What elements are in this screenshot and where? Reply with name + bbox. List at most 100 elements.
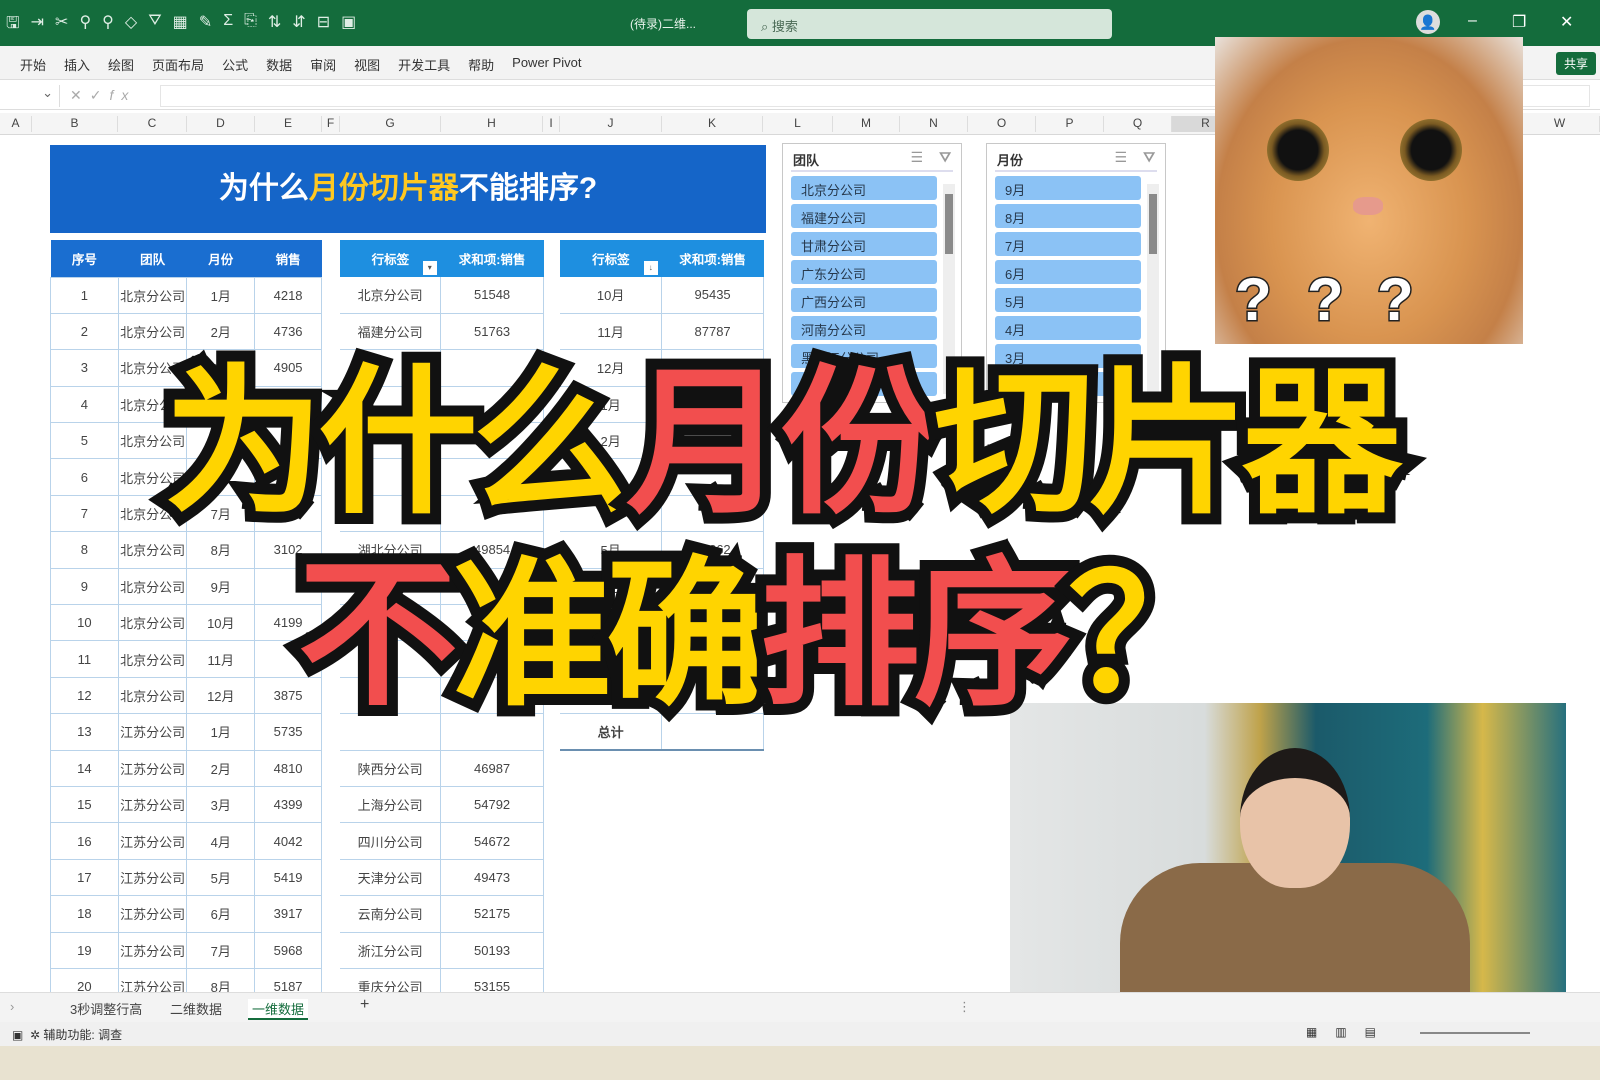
column-header[interactable]: A	[0, 116, 32, 132]
table-cell[interactable]: 11月	[560, 313, 663, 351]
table-cell[interactable]: 10月	[560, 277, 663, 314]
table-cell[interactable]: 北京分公司	[117, 640, 188, 678]
table-cell[interactable]: 江苏分公司	[117, 931, 188, 969]
table-cell[interactable]: 6月	[186, 895, 256, 933]
slicer-item[interactable]: 9月	[995, 176, 1141, 200]
table-cell[interactable]: 46987	[440, 750, 544, 787]
table-cell[interactable]: 4399	[254, 785, 322, 824]
slicer-item[interactable]: 广西分公司	[791, 288, 937, 312]
table-cell[interactable]: 北京分公司	[117, 312, 188, 351]
table-cell[interactable]: 6	[50, 458, 119, 496]
column-header[interactable]: D	[187, 116, 255, 132]
copy-icon[interactable]: ⎘	[244, 12, 257, 39]
table-cell[interactable]: 16	[50, 822, 119, 860]
scrollbar-thumb[interactable]	[1149, 194, 1157, 254]
column-header[interactable]: G	[340, 116, 441, 132]
ribbon-tab[interactable]: 审阅	[310, 55, 336, 73]
table-cell[interactable]: 10	[50, 604, 119, 642]
insert-icon[interactable]: ⇥	[31, 12, 44, 39]
scrollbar-thumb[interactable]	[945, 194, 953, 254]
slicer-item[interactable]: 甘肃分公司	[791, 232, 937, 256]
ribbon-tab[interactable]: 视图	[354, 55, 380, 73]
ribbon-tab[interactable]: 开始	[20, 55, 46, 73]
filter-icon[interactable]: ⛛	[148, 12, 161, 39]
table-cell[interactable]: 4	[50, 385, 119, 424]
column-header[interactable]: W	[1520, 116, 1600, 132]
fx-icon[interactable]: fx	[109, 87, 136, 103]
table-cell[interactable]: 浙江分公司	[340, 932, 442, 969]
table-cell[interactable]: 北京分公司	[117, 276, 188, 314]
slicer-item[interactable]: 5月	[995, 288, 1141, 312]
table-cell[interactable]: 11月	[186, 640, 256, 678]
search-input[interactable]: ⌕ 搜索	[747, 9, 1112, 39]
table-cell[interactable]: 18	[50, 895, 119, 933]
column-header[interactable]: M	[833, 116, 900, 132]
table-cell[interactable]: 北京分公司	[117, 676, 188, 715]
close-button[interactable]: ✕	[1560, 12, 1573, 32]
column-header[interactable]: B	[32, 116, 118, 132]
slicer-item[interactable]: 8月	[995, 204, 1141, 228]
freeze-icon[interactable]: ⊟	[317, 12, 330, 39]
slicer-item[interactable]: 7月	[995, 232, 1141, 256]
multi-select-icon[interactable]: ☰	[910, 149, 923, 166]
table-cell[interactable]: 9	[50, 567, 119, 606]
table-cell[interactable]: 54792	[440, 786, 544, 824]
table-cell[interactable]: 3月	[186, 785, 256, 824]
table-cell[interactable]: 陕西分公司	[340, 750, 442, 787]
table-cell[interactable]: 4736	[254, 312, 322, 351]
column-header[interactable]: H	[441, 116, 543, 132]
column-header[interactable]: K	[662, 116, 763, 132]
table-cell[interactable]: 4042	[254, 822, 322, 860]
macro-icon[interactable]: ▣	[12, 1028, 23, 1042]
table-cell[interactable]: 江苏分公司	[117, 822, 188, 860]
table-cell[interactable]: 49473	[440, 859, 544, 897]
table-cell[interactable]: 5419	[254, 858, 322, 897]
restore-button[interactable]: ❐	[1512, 12, 1526, 32]
accessibility-status[interactable]: 辅助功能: 调查	[43, 1028, 122, 1042]
table-cell[interactable]: 北京分公司	[117, 604, 188, 642]
confirm-icon[interactable]: ✓	[90, 87, 110, 103]
column-header[interactable]: E	[255, 116, 322, 132]
clear-filter-icon[interactable]: ⛛	[1143, 149, 1155, 166]
table-cell[interactable]: 51548	[440, 277, 544, 314]
table-cell[interactable]: 江苏分公司	[117, 895, 188, 933]
table-cell[interactable]: 1月	[186, 276, 256, 314]
avatar[interactable]: 👤	[1416, 10, 1440, 34]
table-cell[interactable]: 云南分公司	[340, 895, 442, 933]
column-header[interactable]: C	[118, 116, 187, 132]
table-cell[interactable]: 9月	[186, 567, 256, 606]
scroll-tabs-icon[interactable]: ›	[10, 999, 14, 1014]
sheet-tab[interactable]: 一维数据	[248, 999, 309, 1020]
table-cell[interactable]: 7月	[186, 931, 256, 969]
table-cell[interactable]: 福建分公司	[340, 313, 442, 351]
table-cell[interactable]: 1	[50, 276, 119, 314]
ribbon-tab[interactable]: Power Pivot	[512, 55, 581, 70]
table-cell[interactable]: 54672	[440, 822, 544, 860]
table-cell[interactable]: 江苏分公司	[117, 785, 188, 824]
sheet-tab[interactable]: 3秒调整行高	[70, 999, 142, 1018]
filter-dropdown-icon[interactable]: ▾	[422, 261, 437, 275]
ribbon-tab[interactable]: 数据	[266, 55, 292, 73]
sort-filter-icon[interactable]: ↓	[643, 261, 658, 275]
table-cell[interactable]: 14	[50, 749, 119, 787]
table-cell[interactable]: 江苏分公司	[117, 749, 188, 787]
table-cell[interactable]: 4218	[254, 276, 322, 314]
slicer-item[interactable]: 河南分公司	[791, 316, 937, 340]
more-icon[interactable]: ⋮	[958, 999, 971, 1015]
slicer-item[interactable]: 广东分公司	[791, 260, 937, 284]
sort-asc-icon[interactable]: ⇅	[268, 12, 281, 39]
paint2-icon[interactable]: ⚲	[102, 12, 114, 39]
column-header[interactable]: J	[560, 116, 662, 132]
document-name[interactable]: (待录)二维...	[630, 15, 696, 32]
table-cell[interactable]: 江苏分公司	[117, 858, 188, 897]
ribbon-tab[interactable]: 插入	[64, 55, 90, 73]
slicer-item[interactable]: 6月	[995, 260, 1141, 284]
table-cell[interactable]: 7	[50, 494, 119, 533]
table-cell[interactable]: 8	[50, 531, 119, 569]
column-header[interactable]: I	[543, 116, 560, 132]
column-header[interactable]: L	[763, 116, 833, 132]
table-cell[interactable]: 52175	[440, 895, 544, 933]
slicer-item[interactable]: 福建分公司	[791, 204, 937, 228]
table-cell[interactable]: 10月	[186, 604, 256, 642]
table-cell[interactable]: 1月	[186, 713, 256, 751]
